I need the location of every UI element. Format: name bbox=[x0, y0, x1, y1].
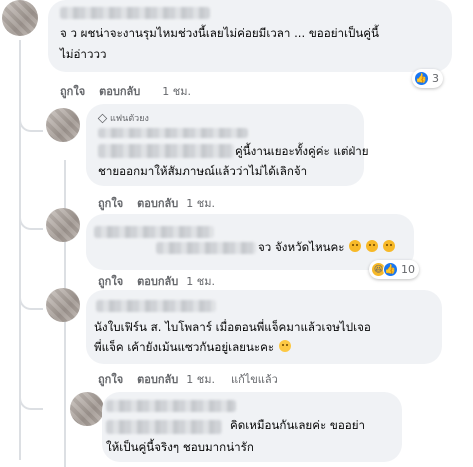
diamond-icon bbox=[97, 113, 108, 123]
redacted-text bbox=[98, 144, 234, 158]
reaction-summary[interactable]: 😆 👍 10 bbox=[369, 260, 419, 279]
avatar[interactable] bbox=[46, 208, 80, 242]
comment-actions: ถูกใจ ตอบกลับ 1 ชม. bbox=[98, 194, 215, 212]
redacted-text bbox=[106, 420, 222, 434]
redacted-author-name bbox=[60, 7, 210, 19]
reaction-count: 10 bbox=[401, 263, 415, 276]
comment-bubble: แฟนตัวยง คู่นี้งานเยอะทั้งคู่ค่ะ แต่ฝ่าย… bbox=[86, 104, 369, 186]
comment-text: คิดเหมือนกันเลยค่ะ ขออย่า bbox=[230, 418, 366, 432]
reply-button[interactable]: ตอบกลับ bbox=[99, 82, 140, 100]
reaction-summary[interactable]: 👍 3 bbox=[412, 69, 443, 88]
like-button[interactable]: ถูกใจ bbox=[98, 370, 123, 388]
comment-actions: ถูกใจ ตอบกลับ 1 ชม. แก้ไขแล้ว bbox=[98, 370, 278, 388]
reply-button[interactable]: ตอบกลับ bbox=[137, 272, 178, 290]
like-button[interactable]: ถูกใจ bbox=[98, 272, 123, 290]
timestamp[interactable]: 1 ชม. bbox=[186, 370, 215, 388]
redacted-author-name bbox=[96, 300, 216, 312]
comment-actions: ถูกใจ ตอบกลับ 1 ชม. bbox=[98, 272, 215, 290]
comment-bubble: จว จังหวัดไหนคะ bbox=[86, 214, 414, 270]
comment-text: ให้เป็นคู่นี้จริงๆ ชอบมากน่ารัก bbox=[106, 440, 254, 454]
like-reaction-icon: 👍 bbox=[383, 262, 398, 277]
like-reaction-icon: 👍 bbox=[414, 71, 429, 86]
reply-button[interactable]: ตอบกลับ bbox=[137, 194, 178, 212]
comment-bubble: จ ว ผชน่าจะงานรุมไหมช่วงนี้เลยไม่ค่อยมีเ… bbox=[48, 0, 452, 72]
comment-text: ไม่อ่าววว bbox=[60, 47, 107, 61]
avatar[interactable] bbox=[46, 288, 80, 322]
redacted-author-name bbox=[106, 400, 236, 412]
comment-bubble: นังใบเฟิร์น ส. ไบโพลาร์ เมื่อตอนพี่แจ็คม… bbox=[86, 290, 442, 364]
redacted-author-name bbox=[94, 226, 214, 238]
avatar[interactable] bbox=[2, 0, 38, 36]
redacted-text bbox=[156, 242, 256, 254]
avatar[interactable] bbox=[70, 392, 104, 426]
badge-label: แฟนตัวยง bbox=[110, 114, 149, 124]
reaction-count: 3 bbox=[432, 72, 439, 85]
thread-connector bbox=[19, 280, 43, 310]
comment-text: พี่แจ็ค เค้ายังเม้นแซวกันอยู่เลยนะคะ bbox=[94, 336, 291, 359]
thread-connector bbox=[19, 200, 43, 230]
avatar[interactable] bbox=[46, 108, 80, 142]
laughing-emoji-icon bbox=[349, 240, 362, 252]
like-button[interactable]: ถูกใจ bbox=[60, 82, 85, 100]
comment-text: จ ว ผชน่าจะงานรุมไหมช่วงนี้เลยไม่ค่อยมีเ… bbox=[60, 26, 379, 40]
comment-text-content: จว จังหวัดไหนคะ bbox=[258, 240, 345, 254]
redacted-author-name bbox=[98, 128, 248, 138]
timestamp[interactable]: 1 ชม. bbox=[162, 82, 191, 100]
top-fan-badge: แฟนตัวยง bbox=[97, 111, 149, 125]
thread-connector bbox=[19, 108, 43, 132]
like-button[interactable]: ถูกใจ bbox=[98, 194, 123, 212]
comment-text: ชายออกมาให้สัมภาษณ์แล้วว่าไม่ได้เลิกจ้า bbox=[98, 164, 308, 178]
comment-bubble: คิดเหมือนกันเลยค่ะ ขออย่า ให้เป็นคู่นี้จ… bbox=[102, 392, 402, 462]
pleading-emoji-icon bbox=[278, 340, 291, 352]
edited-label[interactable]: แก้ไขแล้ว bbox=[231, 370, 278, 388]
thread-connector bbox=[19, 380, 43, 410]
laughing-emoji-icon bbox=[365, 240, 378, 252]
timestamp[interactable]: 1 ชม. bbox=[186, 272, 215, 290]
timestamp[interactable]: 1 ชม. bbox=[186, 194, 215, 212]
comment-text-content: พี่แจ็ค เค้ายังเม้นแซวกันอยู่เลยนะคะ bbox=[94, 340, 275, 354]
reply-button[interactable]: ตอบกลับ bbox=[137, 370, 178, 388]
comment-text: จว จังหวัดไหนคะ bbox=[258, 236, 395, 259]
laughing-emoji-icon bbox=[382, 240, 395, 252]
comment-actions: ถูกใจ ตอบกลับ 1 ชม. bbox=[60, 82, 191, 100]
